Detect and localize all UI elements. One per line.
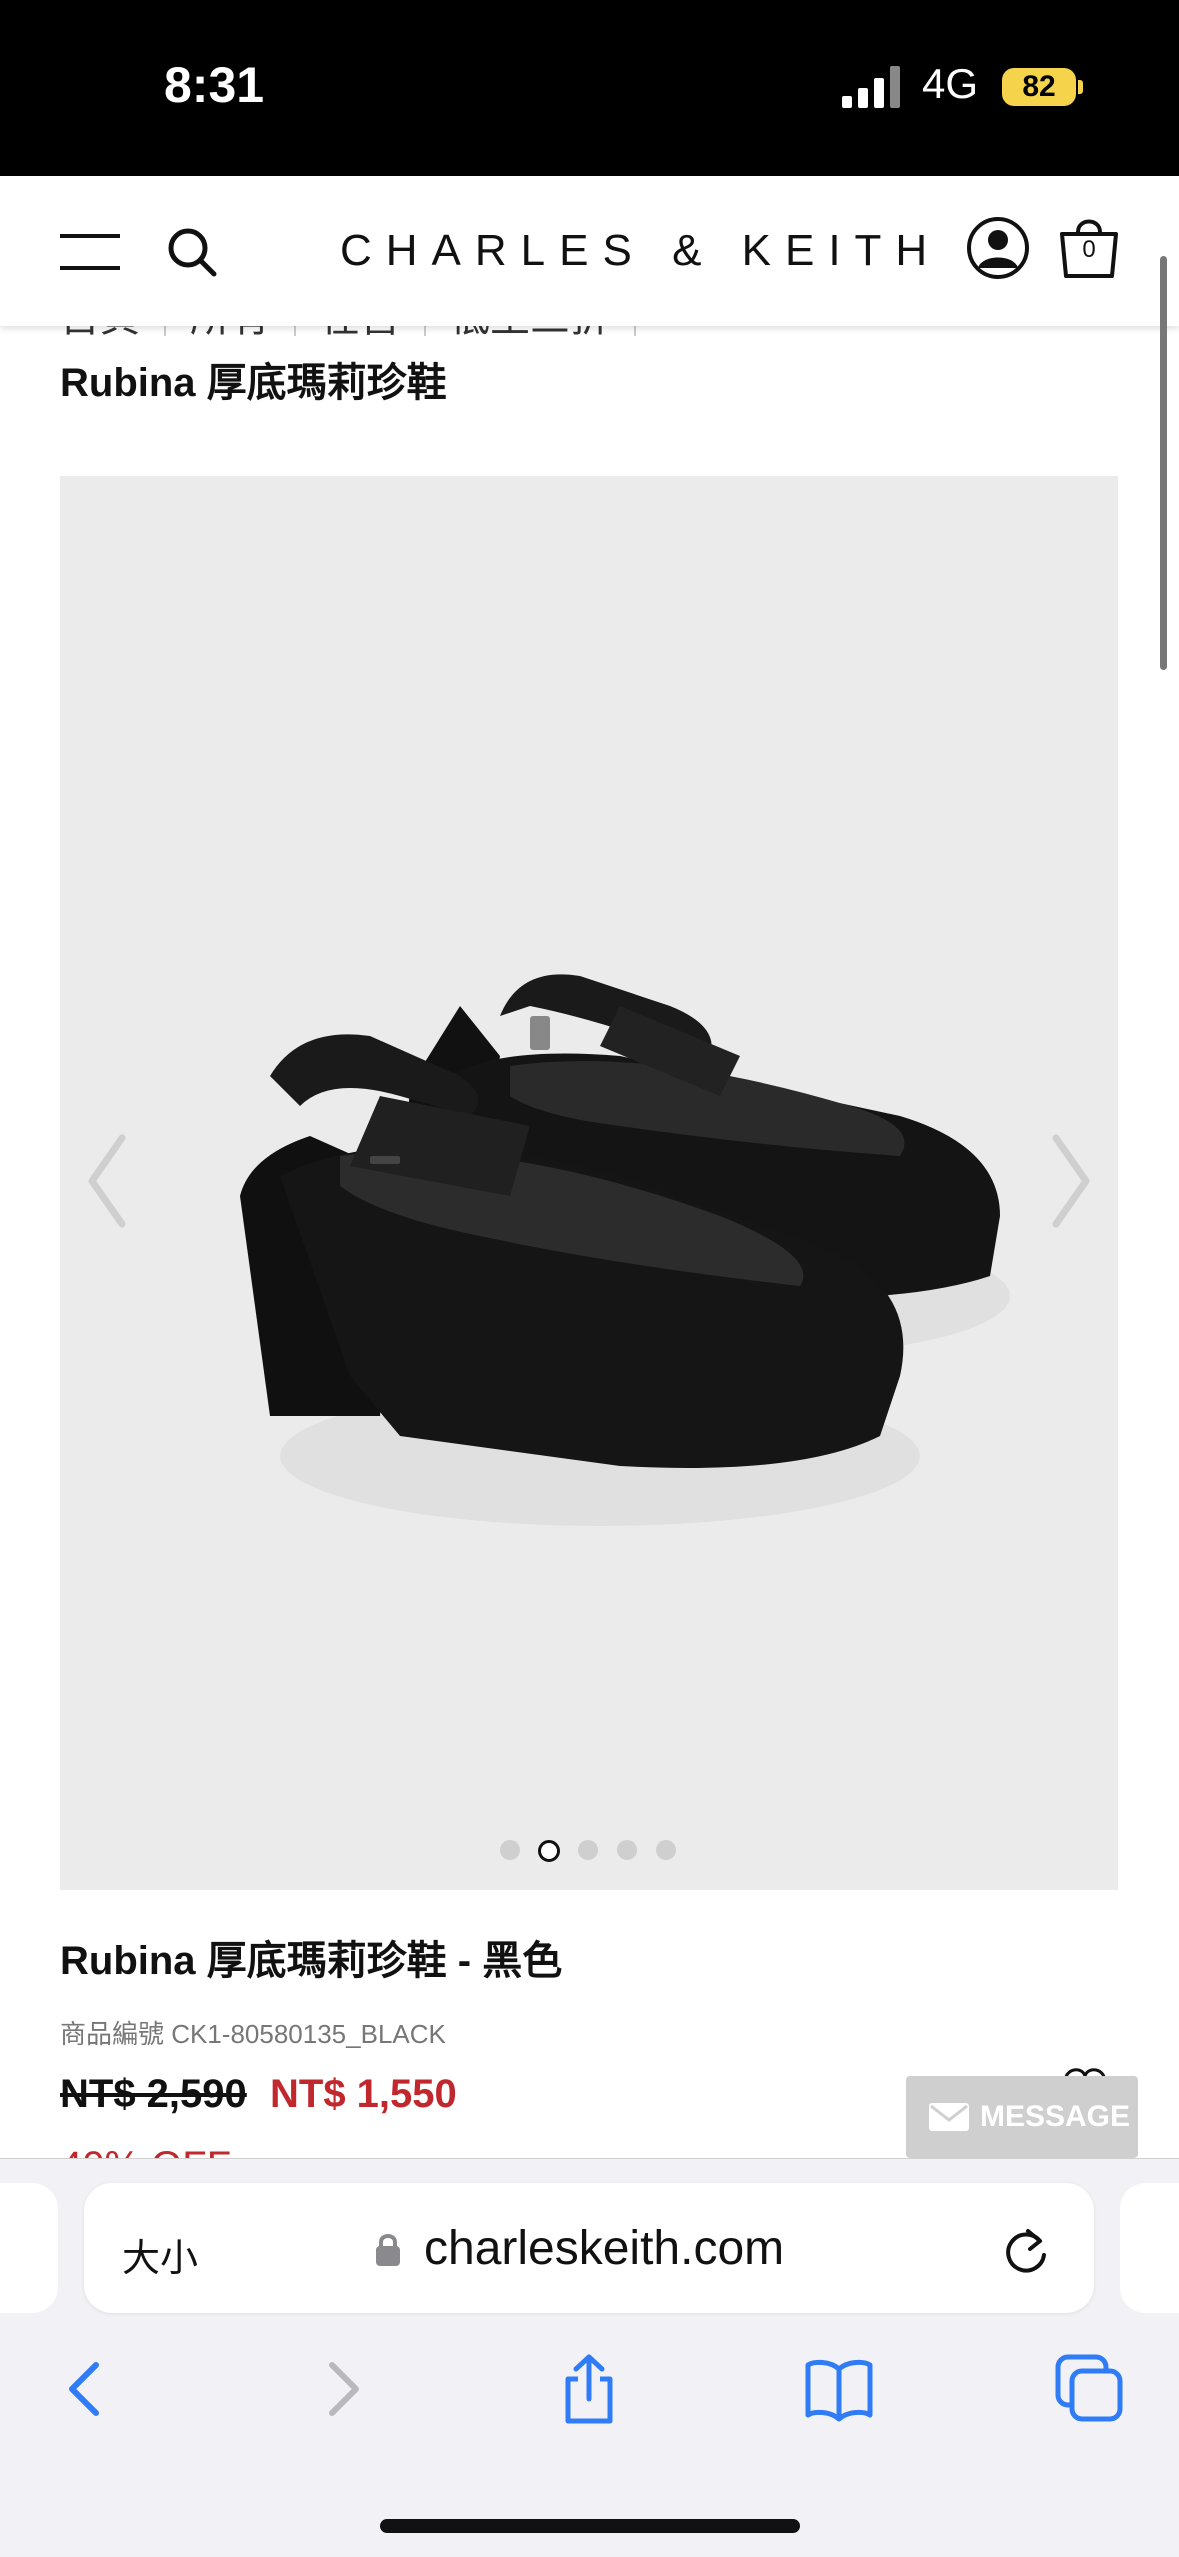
chevron-left-icon[interactable] bbox=[78, 1126, 138, 1236]
chevron-right-icon[interactable] bbox=[1040, 1126, 1100, 1236]
product-sku: 商品編號 CK1-80580135_BLACK bbox=[60, 2019, 446, 2049]
page-title: Rubina 厚底瑪莉珍鞋 bbox=[60, 361, 447, 405]
address-bar[interactable]: 大小 charleskeith.com bbox=[84, 2183, 1094, 2313]
carrier-label: 4G bbox=[922, 60, 979, 107]
tabs-icon[interactable] bbox=[1054, 2353, 1124, 2425]
status-bar: 8:31 4G 82 bbox=[0, 0, 1179, 176]
reload-icon[interactable] bbox=[1000, 2221, 1052, 2277]
search-icon[interactable] bbox=[164, 224, 220, 280]
sale-price: NT$ 1,550 bbox=[270, 2072, 457, 2116]
message-label: MESSAGE bbox=[980, 2100, 1131, 2133]
previous-tab-peek[interactable] bbox=[0, 2183, 58, 2313]
product-gallery[interactable] bbox=[60, 476, 1118, 1890]
gallery-dot[interactable] bbox=[578, 1840, 598, 1860]
brand-logo[interactable]: CHARLES & KEITH bbox=[340, 226, 941, 276]
product-image bbox=[240, 974, 1010, 1526]
menu-icon[interactable] bbox=[60, 234, 120, 270]
gallery-dot[interactable] bbox=[617, 1840, 637, 1860]
share-icon[interactable] bbox=[554, 2353, 624, 2425]
status-time: 8:31 bbox=[164, 57, 265, 113]
browser-toolbar: 大小 charleskeith.com bbox=[0, 2158, 1179, 2557]
gallery-dot[interactable] bbox=[500, 1840, 520, 1860]
product-name: Rubina 厚底瑪莉珍鞋 - 黑色 bbox=[60, 1939, 563, 1983]
gallery-dot-active[interactable] bbox=[538, 1840, 560, 1862]
text-size-button[interactable]: 大小 bbox=[122, 2227, 198, 2282]
forward-icon[interactable] bbox=[306, 2353, 376, 2425]
original-price: NT$ 2,590 bbox=[60, 2072, 247, 2116]
page-scrollbar[interactable] bbox=[1160, 256, 1167, 670]
gallery-pagination bbox=[500, 1836, 700, 1866]
url-text[interactable]: charleskeith.com bbox=[424, 2221, 784, 2276]
discount-label: 40% OFF bbox=[60, 2136, 231, 2158]
bag-count: 0 bbox=[1082, 236, 1096, 263]
gallery-dot[interactable] bbox=[656, 1840, 676, 1860]
lock-icon bbox=[376, 2234, 400, 2266]
account-icon[interactable] bbox=[966, 216, 1030, 280]
back-icon[interactable] bbox=[52, 2353, 122, 2425]
site-header: CHARLES & KEITH 0 bbox=[0, 176, 1179, 326]
next-tab-peek[interactable] bbox=[1120, 2183, 1179, 2313]
bookmarks-icon[interactable] bbox=[804, 2353, 874, 2425]
message-button[interactable]: MESSAGE bbox=[906, 2076, 1138, 2158]
signal-icon bbox=[842, 66, 900, 108]
battery-indicator: 82 bbox=[1002, 68, 1076, 106]
home-indicator bbox=[380, 2519, 800, 2533]
envelope-icon bbox=[929, 2103, 969, 2131]
battery-nub bbox=[1078, 80, 1083, 94]
